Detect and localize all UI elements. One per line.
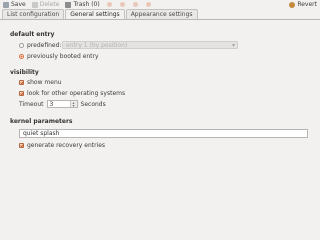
kernel-parameters-input[interactable]: quiet splash (19, 129, 308, 138)
look-for-other-os-label: look for other operating systems (27, 90, 126, 97)
trash-button[interactable]: Trash (0) (62, 0, 102, 9)
tab-list-configuration[interactable]: List configuration (2, 9, 65, 19)
predefined-entry-value: entry 1 (by position) (66, 42, 128, 49)
save-button[interactable]: Save (0, 0, 29, 9)
toolbar: Save Delete Trash (0) Revert (0, 0, 320, 9)
generate-recovery-checkbox[interactable] (19, 143, 24, 148)
predefined-entry-select[interactable]: entry 1 (by position) ▾ (62, 41, 238, 49)
timeout-spinner[interactable]: 3 ▴ ▾ (46, 100, 78, 108)
previously-booted-radio[interactable] (19, 54, 24, 59)
tab-bar: List configuration General settings Appe… (0, 9, 320, 20)
revert-button[interactable]: Revert (286, 0, 320, 9)
save-label: Save (11, 1, 26, 8)
move-up-icon[interactable] (106, 2, 112, 7)
tab-general-settings[interactable]: General settings (65, 9, 125, 19)
predefined-radio[interactable] (19, 43, 24, 48)
trash-label: Trash (0) (73, 1, 100, 8)
timeout-value: 3 (49, 100, 54, 108)
delete-icon (31, 1, 38, 8)
show-menu-checkbox[interactable] (19, 80, 24, 85)
trash-icon (65, 1, 72, 8)
previously-booted-option[interactable]: previously booted entry (19, 53, 99, 60)
save-icon (3, 1, 9, 8)
move-left-icon[interactable] (132, 2, 138, 7)
default-entry-title: default entry (10, 31, 55, 38)
previously-booted-label: previously booted entry (27, 53, 99, 60)
predefined-option[interactable]: predefined: (19, 42, 61, 49)
spinner-arrows-icon[interactable]: ▴ ▾ (69, 101, 77, 108)
generate-recovery-option[interactable]: generate recovery entries (19, 142, 105, 149)
revert-icon (289, 1, 296, 8)
timeout-label: Timeout (19, 100, 44, 108)
move-down-icon[interactable] (119, 2, 125, 7)
kernel-parameters-title: kernel parameters (10, 118, 73, 125)
delete-button[interactable]: Delete (29, 0, 63, 9)
predefined-label: predefined: (27, 42, 62, 49)
revert-label: Revert (297, 1, 317, 8)
seconds-label: Seconds (80, 100, 106, 108)
delete-label: Delete (39, 1, 60, 8)
generate-recovery-label: generate recovery entries (27, 142, 106, 149)
timeout-row: Timeout 3 ▴ ▾ Seconds (19, 100, 106, 108)
chevron-down-icon: ▾ (231, 42, 235, 49)
move-right-icon[interactable] (145, 2, 151, 7)
look-for-other-os-checkbox[interactable] (19, 91, 24, 96)
show-menu-option[interactable]: show menu (19, 79, 62, 86)
visibility-title: visibility (10, 69, 39, 76)
tab-appearance-settings[interactable]: Appearance settings (125, 9, 198, 19)
look-for-other-os-option[interactable]: look for other operating systems (19, 90, 125, 97)
show-menu-label: show menu (27, 79, 62, 86)
